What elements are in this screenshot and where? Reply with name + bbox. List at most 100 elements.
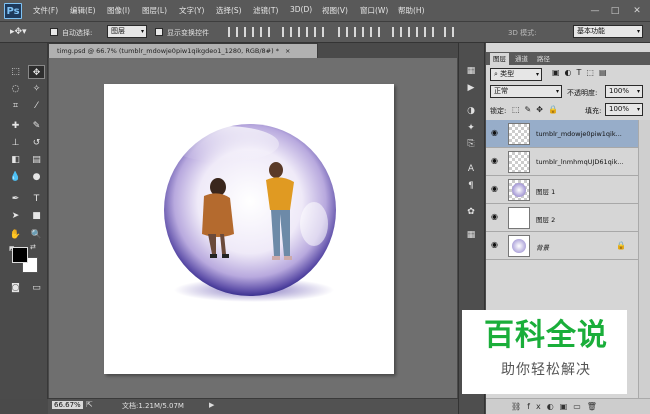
menu-help[interactable]: 帮助(H) [398,5,425,16]
eye-icon[interactable]: ◉ [491,241,501,249]
layer-actions-icons[interactable]: ⛓fx◐▣▭🗑 [511,402,603,411]
swap-colors-icon[interactable]: ⇄ [30,243,39,252]
menu-3d[interactable]: 3D(D) [290,5,312,14]
path-selection-tool-icon[interactable]: ➤ [7,209,24,223]
document-tab[interactable]: timg.psd @ 66.7% (tumblr_mdowje0piw1qikg… [48,43,318,58]
layer-row[interactable]: ◉ 图层 1 [486,176,638,204]
move-tool-preset-icon[interactable]: ▸✥▾ [10,24,38,40]
opacity-input[interactable]: 100% ▾ [605,85,643,98]
menu-filter[interactable]: 滤镜(T) [253,5,278,16]
quick-mask-icon[interactable]: ◙ [7,281,24,295]
layer-row[interactable]: ◉ 图层 2 [486,204,638,232]
tab-paths[interactable]: 路径 [534,53,553,65]
zoom-level[interactable]: 66.67% [52,401,83,409]
layer-name[interactable]: tumblr_mdowje0piw1qik... [536,130,622,138]
workspace-dropdown[interactable]: 基本功能 ▾ [573,25,643,38]
3d-panel-icon[interactable]: ✿ [463,205,479,219]
distribute-left-icon[interactable] [392,27,402,37]
eye-icon[interactable]: ◉ [491,157,501,165]
menu-view[interactable]: 视图(V) [322,5,348,16]
distribute-right-icon[interactable] [424,27,434,37]
crop-tool-icon[interactable]: ⌗ [7,99,24,113]
healing-brush-tool-icon[interactable]: ✚ [7,119,24,133]
layer-row[interactable]: ◉ tumblr_lnmhmqUJD61qik... [486,148,638,176]
eraser-tool-icon[interactable]: ◧ [7,153,24,167]
layer-filter-icons[interactable]: ▣◐T⬚▤ [552,68,612,77]
eyedropper-tool-icon[interactable]: ⁄ [28,99,45,113]
actions-panel-icon[interactable]: ▶ [463,81,479,95]
clone-source-icon[interactable]: ⎘ [463,137,479,151]
layer-name[interactable]: 背景 [536,242,549,252]
tab-layers[interactable]: 图层 [490,53,509,65]
lock-icons[interactable]: ⬚✎✥🔒 [512,105,563,114]
close-window-button[interactable]: ✕ [628,4,646,18]
document-canvas[interactable] [104,84,394,374]
auto-select-checkbox[interactable] [50,28,58,36]
watermark-title: 百科全说 [484,318,608,353]
blur-tool-icon[interactable]: 💧 [7,170,24,184]
foreground-color-swatch[interactable] [12,247,28,263]
menu-file[interactable]: 文件(F) [33,5,58,16]
auto-select-dropdown[interactable]: 图层 ▾ [107,25,147,38]
maximize-button[interactable]: □ [606,4,624,18]
align-left-icon[interactable] [282,27,292,37]
grid-panel-icon[interactable]: ▦ [463,228,479,242]
brush-tool-icon[interactable]: ✎ [28,119,45,133]
styles-panel-icon[interactable]: ✦ [463,121,479,135]
distribute-hcenter-icon[interactable] [408,27,418,37]
export-icon[interactable]: ⇱ [86,400,93,409]
menu-layer[interactable]: 图层(L) [142,5,167,16]
layer-filter-dropdown[interactable]: ⌕ 类型 ▾ [490,68,542,81]
distribute-vcenter-icon[interactable] [354,27,364,37]
align-bottom-icon[interactable] [260,27,270,37]
eye-icon[interactable]: ◉ [491,185,501,193]
type-tool-icon[interactable]: T [28,192,45,206]
fill-input[interactable]: 100% ▾ [605,103,643,116]
align-top-icon[interactable] [228,27,238,37]
layer-name[interactable]: 图层 2 [536,214,555,224]
eye-icon[interactable]: ◉ [491,213,501,221]
align-vcenter-icon[interactable] [244,27,254,37]
menu-type[interactable]: 文字(Y) [179,5,204,16]
adjustments-panel-icon[interactable]: ◑ [463,104,479,118]
status-menu-arrow-icon[interactable]: ▶ [209,401,214,409]
distribute-top-icon[interactable] [338,27,348,37]
dodge-tool-icon[interactable]: ● [28,170,45,184]
close-document-icon[interactable]: × [285,47,290,55]
menu-window[interactable]: 窗口(W) [360,5,388,16]
gradient-tool-icon[interactable]: ▤ [28,153,45,167]
layer-name[interactable]: 图层 1 [536,186,555,196]
menu-select[interactable]: 选择(S) [216,5,242,16]
move-tool-icon[interactable]: ✥ [28,65,45,79]
magic-wand-tool-icon[interactable]: ✧ [28,82,45,96]
show-transform-checkbox[interactable] [155,28,163,36]
lasso-tool-icon[interactable]: ◌ [7,82,24,96]
align-right-icon[interactable] [314,27,324,37]
distribute-bottom-icon[interactable] [370,27,380,37]
layer-row[interactable]: ◉ tumblr_mdowje0piw1qik... [486,120,638,148]
eye-icon[interactable]: ◉ [491,129,501,137]
opacity-label: 不透明度: [567,89,598,97]
history-panel-icon[interactable]: ▦ [463,64,479,78]
3d-mode-label: 3D 模式: [508,29,537,37]
hand-tool-icon[interactable]: ✋ [7,228,24,242]
screen-mode-icon[interactable]: ▭ [28,281,45,295]
rectangle-tool-icon[interactable]: ■ [28,209,45,223]
clone-stamp-tool-icon[interactable]: ⊥ [7,136,24,150]
tab-channels[interactable]: 通道 [512,53,531,65]
menu-image[interactable]: 图像(I) [107,5,130,16]
menu-edit[interactable]: 编辑(E) [70,5,96,16]
layers-scrollbar[interactable] [638,120,650,400]
align-hcenter-icon[interactable] [298,27,308,37]
pen-tool-icon[interactable]: ✒ [7,192,24,206]
layer-row[interactable]: ◉ 背景 🔒 [486,232,638,260]
blend-mode-dropdown[interactable]: 正常 ▾ [490,85,562,98]
minimize-button[interactable]: — [586,4,604,18]
layer-name[interactable]: tumblr_lnmhmqUJD61qik... [536,158,624,166]
zoom-tool-icon[interactable]: 🔍 [28,228,45,242]
history-brush-tool-icon[interactable]: ↺ [28,136,45,150]
marquee-tool-icon[interactable]: ⬚ [7,65,24,79]
auto-align-icon[interactable] [444,27,454,37]
character-panel-icon[interactable]: A [463,162,479,176]
paragraph-panel-icon[interactable]: ¶ [463,179,479,193]
